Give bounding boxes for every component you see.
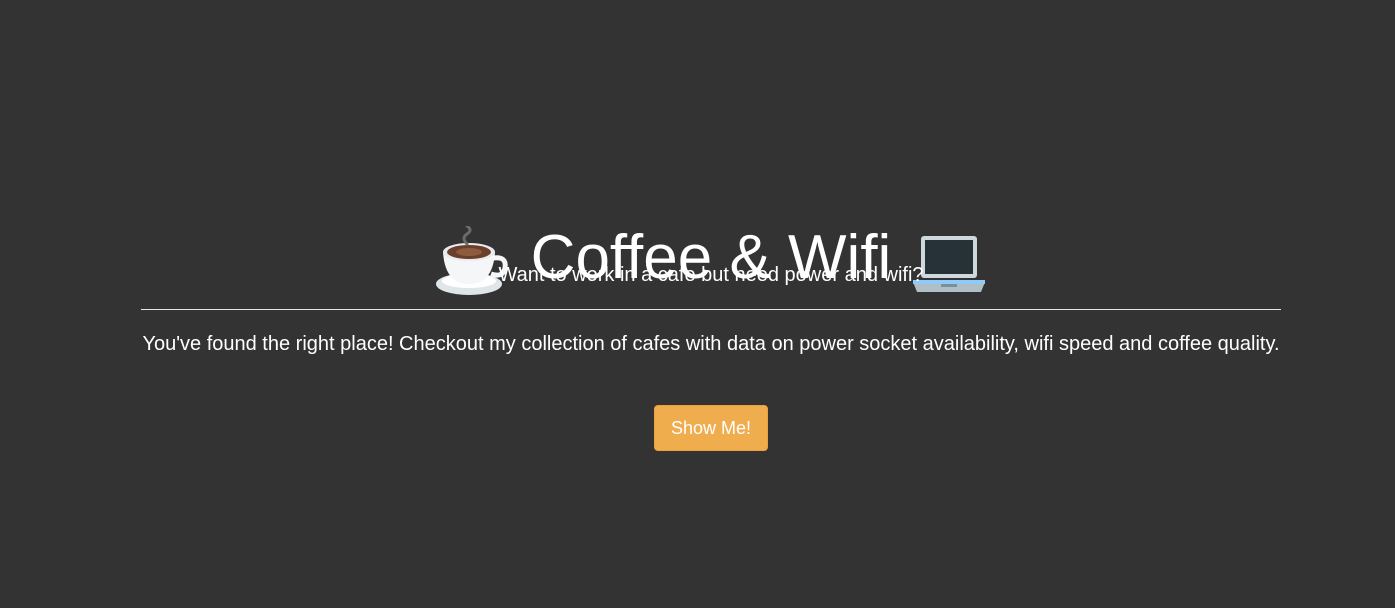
show-me-button[interactable]: Show Me! [654,405,768,451]
subtitle: Want to work in a cafe but need power an… [498,264,924,286]
hero-section: Coffee & Wifi Want to work in a cafe but… [141,0,1281,608]
description: You've found the right place! Checkout m… [142,333,1280,355]
divider [141,309,1281,310]
